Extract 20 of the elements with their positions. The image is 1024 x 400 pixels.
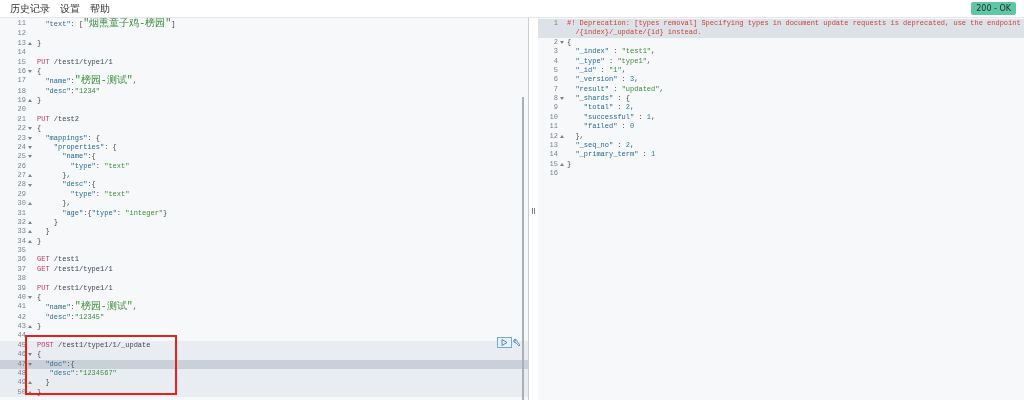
scrollbar[interactable] <box>522 97 524 400</box>
fold-arrow-icon[interactable] <box>27 99 32 103</box>
menu-item[interactable]: 设置 <box>60 1 80 16</box>
fold-arrow-icon[interactable] <box>559 97 564 101</box>
fold-arrow-icon[interactable] <box>559 162 564 166</box>
run-button[interactable] <box>497 337 512 348</box>
play-icon <box>501 339 508 346</box>
fold-arrow-icon[interactable] <box>559 134 564 138</box>
fold-arrow-icon[interactable] <box>27 41 32 45</box>
status-badge: 200 - OK <box>971 2 1016 15</box>
fold-arrow-icon[interactable] <box>27 202 32 206</box>
fold-arrow-icon[interactable] <box>27 296 32 300</box>
fold-arrow-icon[interactable] <box>27 325 32 329</box>
menu-item[interactable]: 历史记录 <box>10 1 50 16</box>
menu-item[interactable]: 帮助 <box>90 1 110 16</box>
request-editor[interactable] <box>0 18 528 400</box>
fold-arrow-icon[interactable] <box>27 70 32 74</box>
wrench-icon[interactable] <box>513 338 521 347</box>
fold-arrow-icon[interactable] <box>559 40 564 44</box>
grip-icon[interactable] <box>532 208 535 214</box>
